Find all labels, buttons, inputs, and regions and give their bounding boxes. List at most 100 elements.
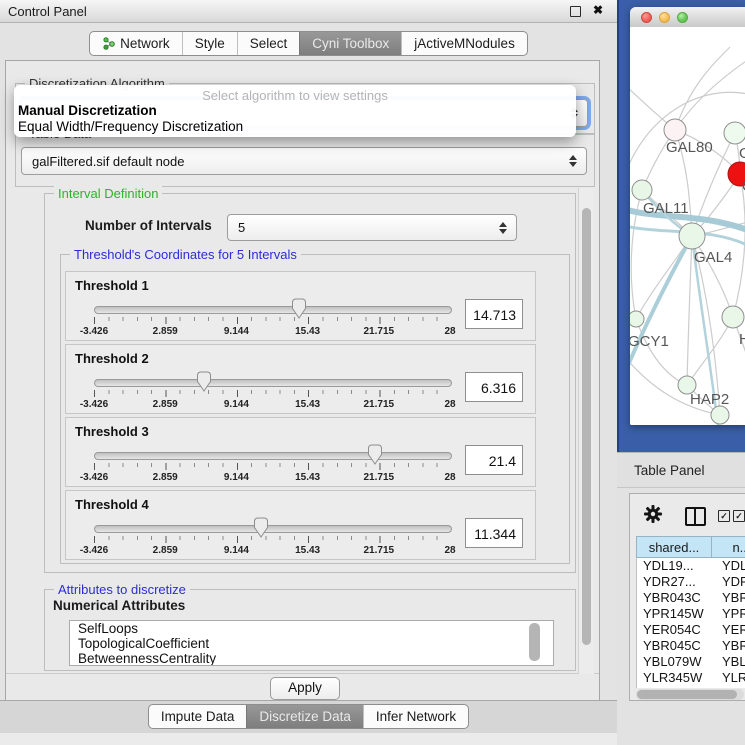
threshold-value-field[interactable]: 21.4 <box>465 445 523 475</box>
attribute-list-item[interactable]: TopologicalCoefficient <box>70 636 553 651</box>
slider-track[interactable] <box>94 452 452 460</box>
network-node-gcy1[interactable] <box>630 311 644 327</box>
float-window-icon[interactable] <box>570 6 581 17</box>
split-panel-icon[interactable] <box>685 507 706 526</box>
combo-arrows-icon <box>499 222 507 234</box>
network-node-gal4[interactable] <box>679 223 705 249</box>
table-data-combobox[interactable]: galFiltered.sif default node <box>21 147 587 175</box>
dropdown-item-manual-discretization[interactable]: Manual Discretization <box>14 103 576 119</box>
table-row[interactable]: YBR043CYBR0... <box>637 590 745 606</box>
threshold-slider[interactable]: -3.4262.8599.14415.4321.71528 <box>94 418 450 488</box>
attribute-list-item[interactable]: BetweennessCentrality <box>70 651 553 666</box>
threshold-value-field[interactable]: 14.713 <box>465 299 523 329</box>
table-row[interactable]: YDL19...YDL1... <box>637 558 745 574</box>
network-edge[interactable] <box>675 47 730 130</box>
group-title: Threshold's Coordinates for 5 Intervals <box>70 247 301 262</box>
slider-handle[interactable] <box>368 444 383 465</box>
network-node-h-node[interactable] <box>722 306 744 328</box>
numerical-attributes-list[interactable]: SelfLoopsTopologicalCoefficientBetweenne… <box>69 620 554 666</box>
apply-button[interactable]: Apply <box>270 677 340 700</box>
control-panel: Control Panel ✖ Network Style Select <box>0 0 617 745</box>
network-edge[interactable] <box>630 236 692 375</box>
tick-label: 2.859 <box>153 326 178 337</box>
threshold-slider[interactable]: -3.4262.8599.14415.4321.71528 <box>94 491 450 561</box>
number-of-intervals-combobox[interactable]: 5 <box>227 214 517 241</box>
tab-jactivemnodules[interactable]: jActiveMNodules <box>401 32 527 55</box>
vertical-scrollbar[interactable] <box>578 188 594 674</box>
tab-cyni-toolbox[interactable]: Cyni Toolbox <box>299 32 401 55</box>
table-cell: YBL0... <box>719 654 745 670</box>
node-table-body[interactable]: YDL19...YDL1...YDR27...YDR2...YBR043CYBR… <box>636 558 745 688</box>
dropdown-item-equal-width[interactable]: Equal Width/Frequency Discretization <box>14 119 576 135</box>
network-edge[interactable] <box>687 236 692 385</box>
horizontal-scrollbar[interactable] <box>636 689 744 700</box>
dropdown-placeholder-item[interactable]: Select algorithm to view settings <box>14 88 576 103</box>
table-cell: YBR0... <box>719 638 745 654</box>
gear-icon[interactable] <box>644 505 662 523</box>
network-node-top-right[interactable] <box>724 122 745 144</box>
combo-arrows-icon <box>569 155 577 167</box>
tick-label: -3.426 <box>80 399 108 410</box>
column-header-shared-name[interactable]: shared... <box>636 536 712 558</box>
attribute-list-item[interactable]: SelfLoops <box>70 621 553 636</box>
tick-label: -3.426 <box>80 326 108 337</box>
table-row[interactable]: YIL052CYIL0... <box>637 686 745 688</box>
slider-track[interactable] <box>94 525 452 533</box>
threshold-value-field[interactable]: 11.344 <box>465 518 523 548</box>
threshold-slider[interactable]: -3.4262.8599.14415.4321.71528 <box>94 345 450 415</box>
tick-label: 2.859 <box>153 399 178 410</box>
table-row[interactable]: YER054CYER0... <box>637 622 745 638</box>
table-cell: YDL1... <box>719 558 745 574</box>
tab-label: jActiveMNodules <box>414 32 515 55</box>
scrollbar-thumb[interactable] <box>637 690 737 699</box>
table-cell: YPR1... <box>719 606 745 622</box>
table-row[interactable]: YBR045CYBR0... <box>637 638 745 654</box>
network-canvas[interactable]: GAL80GACGAL11GAL4GCY1HHAP2 <box>630 27 745 425</box>
tab-style[interactable]: Style <box>182 32 237 55</box>
close-traffic-light-icon[interactable] <box>641 12 652 23</box>
table-cell: YLR3... <box>719 670 745 686</box>
network-window[interactable]: GAL80GACGAL11GAL4GCY1HHAP2 <box>630 7 745 425</box>
node-label: HAP2 <box>690 391 729 408</box>
table-row[interactable]: YDR27...YDR2... <box>637 574 745 590</box>
close-icon[interactable]: ✖ <box>593 3 603 17</box>
tab-infer-network[interactable]: Infer Network <box>363 705 468 728</box>
table-row[interactable]: YLR345WYLR3... <box>637 670 745 686</box>
table-row[interactable]: YBL079WYBL0... <box>637 654 745 670</box>
threshold-slider[interactable]: -3.4262.8599.14415.4321.71528 <box>94 272 450 342</box>
network-node-gal80-neighbor[interactable] <box>664 119 686 141</box>
slider-handle[interactable] <box>292 298 307 319</box>
table-cell: YBR043C <box>637 590 719 606</box>
cyni-toolbox-panel: Discretization Algorithm Select algorith… <box>5 60 600 701</box>
table-row[interactable]: YPR145WYPR1... <box>637 606 745 622</box>
network-edge[interactable] <box>733 174 745 317</box>
slider-track[interactable] <box>94 379 452 387</box>
column-header-name[interactable]: n... <box>712 536 745 558</box>
node-label: GAL4 <box>694 249 732 266</box>
tab-impute-data[interactable]: Impute Data <box>149 705 247 728</box>
tab-label: Discretize Data <box>259 705 351 728</box>
slider-handle[interactable] <box>254 517 269 538</box>
network-node-bottom[interactable] <box>711 406 729 424</box>
zoom-traffic-light-icon[interactable] <box>677 12 688 23</box>
scrollbar-thumb[interactable] <box>582 208 591 645</box>
network-node-gal11[interactable] <box>632 180 652 200</box>
slider-track[interactable] <box>94 306 452 314</box>
slider-major-ticks <box>94 463 451 470</box>
slider-major-ticks <box>94 317 451 324</box>
checkbox-icon[interactable]: ✓ <box>733 510 745 522</box>
table-header-row: shared... n... <box>636 536 745 558</box>
tab-network[interactable]: Network <box>90 32 182 55</box>
table-cell: YBR045C <box>637 638 719 654</box>
threshold-value-field[interactable]: 6.316 <box>465 372 523 402</box>
tab-discretize-data[interactable]: Discretize Data <box>246 705 363 728</box>
numerical-attributes-label: Numerical Attributes <box>53 598 185 613</box>
slider-handle[interactable] <box>197 371 212 392</box>
table-cell: YBR0... <box>719 590 745 606</box>
tab-select[interactable]: Select <box>237 32 300 55</box>
minimize-traffic-light-icon[interactable] <box>659 12 670 23</box>
table-panel-header: Table Panel <box>617 452 745 488</box>
checkbox-icon[interactable]: ✓ <box>718 510 730 522</box>
tick-label: 21.715 <box>364 399 395 410</box>
list-scrollbar[interactable] <box>529 623 540 661</box>
